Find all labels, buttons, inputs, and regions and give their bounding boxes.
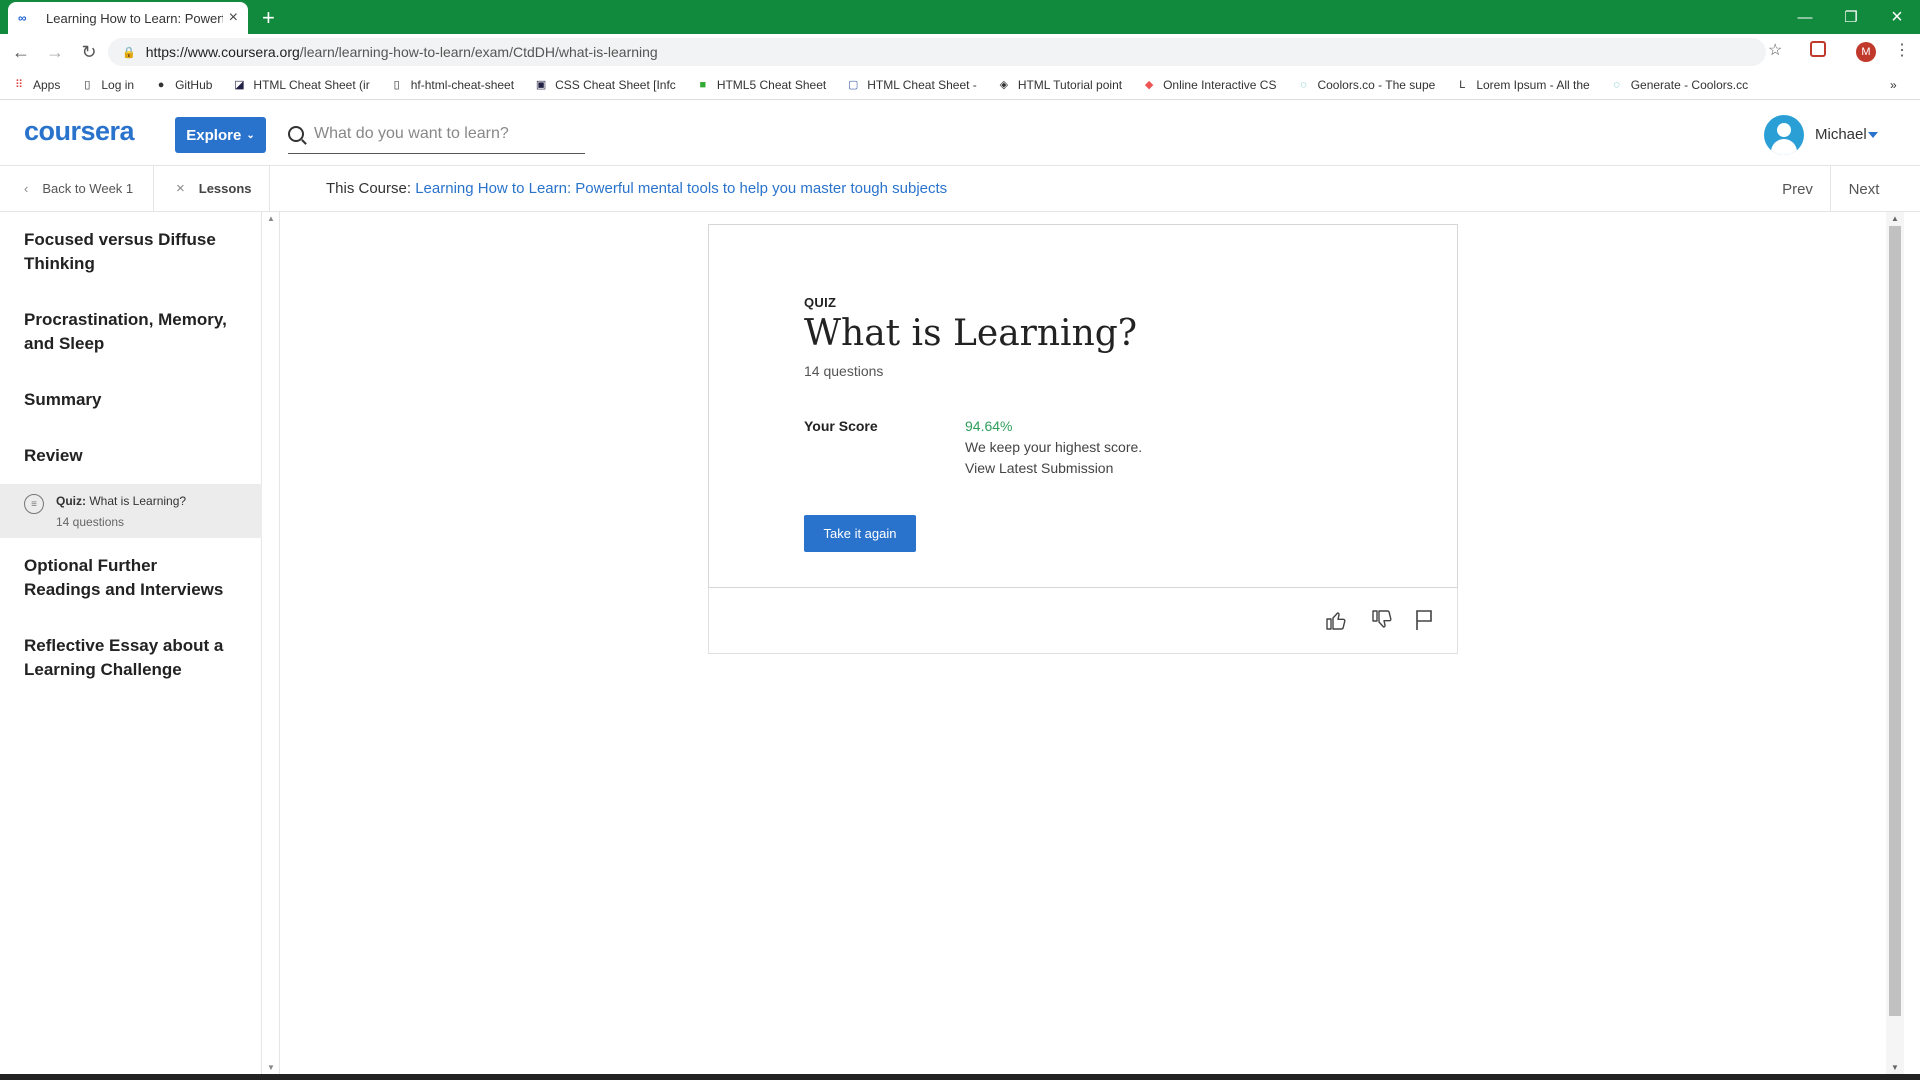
page-icon: ▯ bbox=[393, 79, 400, 91]
sidebar-scrollbar[interactable]: ▲ ▼ bbox=[262, 212, 280, 1074]
address-bar-row: ← → ↻ 🔒 https://www.coursera.org/learn/l… bbox=[0, 34, 1920, 70]
explore-button[interactable]: Explore ⌄ bbox=[175, 117, 266, 153]
main-scrollbar-thumb[interactable] bbox=[1889, 226, 1901, 1016]
github-icon: ● bbox=[157, 78, 165, 91]
bookmark-icon: ▣ bbox=[535, 79, 547, 91]
close-tab-icon[interactable]: × bbox=[229, 9, 238, 27]
minimize-icon[interactable]: — bbox=[1782, 0, 1828, 34]
bookmark-item[interactable]: ◌ Coolors.co - The supe bbox=[1296, 78, 1435, 92]
quiz-question-count: 14 questions bbox=[56, 515, 125, 529]
bookmark-icon: ◌ bbox=[1300, 78, 1307, 91]
close-window-icon[interactable]: × bbox=[1874, 0, 1920, 34]
bookmark-item[interactable]: ● GitHub bbox=[154, 78, 213, 92]
search-input[interactable]: What do you want to learn? bbox=[288, 114, 585, 154]
search-icon bbox=[288, 125, 304, 142]
restore-icon[interactable]: ❐ bbox=[1828, 0, 1874, 34]
apps-grid-icon: ⠿ bbox=[14, 79, 24, 91]
taskbar-edge bbox=[0, 1074, 1920, 1080]
thumbs-up-icon[interactable] bbox=[1322, 606, 1350, 634]
next-button[interactable]: Next bbox=[1831, 166, 1897, 212]
sidebar-section-focused[interactable]: Focused versus Diffuse Thinking bbox=[0, 228, 261, 276]
sidebar-section-procrastination[interactable]: Procrastination, Memory, and Sleep bbox=[0, 308, 262, 356]
menu-dots-icon[interactable]: ⋮ bbox=[1894, 40, 1910, 60]
forward-arrow-icon[interactable]: → bbox=[42, 39, 68, 65]
close-icon: × bbox=[176, 180, 185, 197]
bookmarks-bar: ⠿ Apps ▯ Log in ● GitHub ◪ HTML Cheat Sheet … bbox=[0, 70, 1920, 100]
bookmark-item[interactable]: ▯ hf-html-cheat-sheet bbox=[390, 78, 514, 92]
new-tab-button[interactable]: + bbox=[262, 5, 275, 31]
quiz-label: QUIZ bbox=[804, 295, 837, 310]
view-latest-submission-link[interactable]: View Latest Submission bbox=[965, 460, 1113, 476]
feedback-bar bbox=[708, 588, 1458, 654]
coursera-favicon-icon: ∞ bbox=[18, 11, 27, 25]
bookmark-icon: ◌ bbox=[1613, 78, 1620, 91]
bookmark-item[interactable]: ◆ Online Interactive CS bbox=[1142, 78, 1277, 92]
bookmarks-overflow-icon[interactable]: » bbox=[1890, 78, 1897, 92]
bookmark-item[interactable]: ■ HTML5 Cheat Sheet bbox=[696, 78, 826, 92]
bookmark-icon: ◈ bbox=[999, 79, 1009, 91]
thumbs-down-icon[interactable] bbox=[1368, 606, 1396, 634]
bookmark-item[interactable]: ◌ Generate - Coolors.cc bbox=[1610, 78, 1748, 92]
course-breadcrumb: This Course: Learning How to Learn: Powe… bbox=[326, 180, 948, 197]
quiz-card: QUIZ What is Learning? 14 questions Your… bbox=[708, 224, 1458, 588]
course-subnav: ‹ Back to Week 1 × Lessons bbox=[0, 165, 1920, 212]
chevron-down-icon: ⌄ bbox=[246, 129, 255, 141]
bookmark-item[interactable]: ▯ Log in bbox=[80, 78, 134, 92]
quiz-question-count: 14 questions bbox=[804, 363, 884, 379]
url-host: https://www.coursera.org bbox=[145, 44, 300, 60]
back-to-week-button[interactable]: ‹ Back to Week 1 bbox=[0, 165, 154, 212]
prev-button[interactable]: Prev bbox=[1765, 166, 1831, 212]
chevron-left-icon: ‹ bbox=[24, 181, 29, 196]
bookmark-item[interactable]: ▣ CSS Cheat Sheet [Infc bbox=[534, 78, 676, 92]
bookmark-star-icon[interactable]: ☆ bbox=[1768, 40, 1782, 60]
sidebar-section-optional-readings[interactable]: Optional Further Readings and Interviews bbox=[0, 554, 262, 602]
bookmark-icon: ■ bbox=[699, 78, 707, 91]
bookmark-icon: ◆ bbox=[1144, 79, 1154, 91]
bookmark-apps[interactable]: ⠿ Apps bbox=[12, 78, 60, 92]
bookmark-icon: ◪ bbox=[234, 79, 245, 91]
take-it-again-button[interactable]: Take it again bbox=[804, 515, 916, 552]
lessons-toggle-button[interactable]: × Lessons bbox=[154, 165, 270, 212]
quiz-list-icon: ≡ bbox=[24, 494, 44, 514]
browser-titlebar: ∞ Learning How to Learn: Powerful × + — … bbox=[0, 0, 1920, 34]
url-field[interactable]: 🔒 https://www.coursera.org/learn/learnin… bbox=[108, 38, 1766, 66]
course-link[interactable]: Learning How to Learn: Powerful mental t… bbox=[415, 180, 947, 197]
score-value: 94.64% bbox=[965, 418, 1013, 434]
bookmark-item[interactable]: ▢ HTML Cheat Sheet - bbox=[846, 78, 977, 92]
quiz-title: What is Learning? bbox=[804, 313, 1138, 354]
page-icon: ▯ bbox=[84, 79, 91, 91]
lock-icon: 🔒 bbox=[122, 46, 136, 59]
sidebar-section-reflective-essay[interactable]: Reflective Essay about a Learning Challe… bbox=[0, 634, 262, 682]
profile-avatar[interactable]: M bbox=[1856, 42, 1876, 62]
sidebar-section-summary[interactable]: Summary bbox=[0, 388, 125, 412]
extension-icon[interactable] bbox=[1810, 41, 1826, 57]
user-avatar-icon[interactable] bbox=[1764, 115, 1804, 155]
site-header: coursera Explore ⌄ What do you want to le… bbox=[0, 100, 1920, 166]
bookmark-icon: L bbox=[1459, 78, 1466, 91]
bookmark-icon: ▢ bbox=[848, 79, 859, 91]
url-path: /learn/learning-how-to-learn/exam/CtdDH/… bbox=[299, 44, 658, 60]
sidebar-item-quiz[interactable]: ≡ Quiz: What is Learning? 14 questions bbox=[0, 484, 262, 538]
sidebar-section-review[interactable]: Review bbox=[0, 444, 107, 468]
coursera-logo[interactable]: coursera bbox=[24, 116, 135, 147]
browser-tab[interactable]: ∞ Learning How to Learn: Powerful × bbox=[8, 2, 248, 34]
flag-icon[interactable] bbox=[1410, 606, 1438, 634]
score-label: Your Score bbox=[804, 418, 878, 434]
username[interactable]: Michael bbox=[1815, 126, 1867, 143]
lesson-sidebar: Focused versus Diffuse Thinking Procrast… bbox=[0, 212, 262, 1074]
back-arrow-icon[interactable]: ← bbox=[8, 39, 34, 65]
bookmark-item[interactable]: ◪ HTML Cheat Sheet (ir bbox=[232, 78, 369, 92]
bookmark-item[interactable]: L Lorem Ipsum - All the bbox=[1455, 78, 1589, 92]
caret-down-icon[interactable] bbox=[1868, 132, 1878, 138]
reload-icon[interactable]: ↻ bbox=[76, 39, 102, 65]
search-placeholder: What do you want to learn? bbox=[314, 124, 509, 142]
bookmark-item[interactable]: ◈ HTML Tutorial point bbox=[997, 78, 1123, 92]
tab-title: Learning How to Learn: Powerful bbox=[46, 10, 223, 26]
score-note: We keep your highest score. bbox=[965, 439, 1143, 455]
